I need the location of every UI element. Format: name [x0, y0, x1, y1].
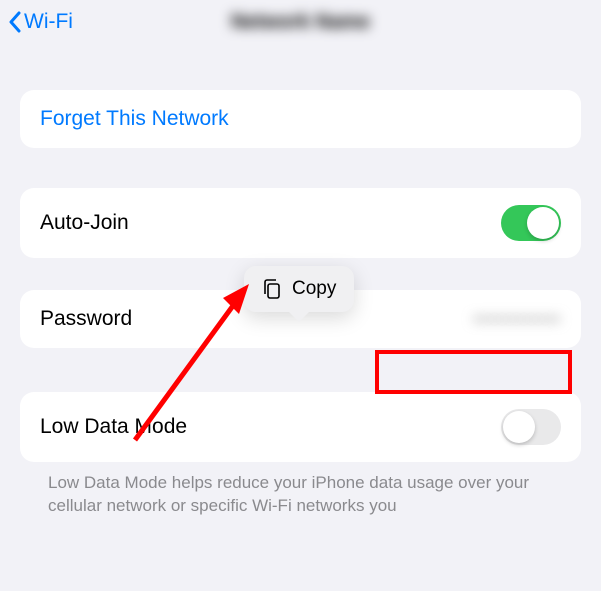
- lowdata-label: Low Data Mode: [40, 415, 187, 439]
- nav-bar: Wi-Fi Network Name: [0, 0, 601, 44]
- back-label: Wi-Fi: [24, 10, 73, 34]
- autojoin-group: Auto-Join: [20, 188, 581, 258]
- lowdata-footer: Low Data Mode helps reduce your iPhone d…: [20, 462, 581, 518]
- forget-label: Forget This Network: [40, 107, 229, 131]
- copy-label: Copy: [292, 278, 336, 300]
- autojoin-toggle[interactable]: [501, 205, 561, 241]
- password-value: ••••••••••••: [473, 309, 561, 330]
- lowdata-toggle[interactable]: [501, 409, 561, 445]
- lowdata-row: Low Data Mode: [20, 392, 581, 462]
- autojoin-label: Auto-Join: [40, 211, 129, 235]
- chevron-left-icon: [8, 11, 22, 33]
- page-title: Network Name: [231, 11, 370, 34]
- forget-group: Forget This Network: [20, 90, 581, 148]
- back-button[interactable]: Wi-Fi: [8, 10, 73, 34]
- lowdata-group: Low Data Mode: [20, 392, 581, 462]
- copy-icon: [262, 278, 282, 300]
- password-label: Password: [40, 307, 132, 331]
- copy-popover[interactable]: Copy: [244, 266, 354, 312]
- forget-network-row[interactable]: Forget This Network: [20, 90, 581, 148]
- autojoin-row: Auto-Join: [20, 188, 581, 258]
